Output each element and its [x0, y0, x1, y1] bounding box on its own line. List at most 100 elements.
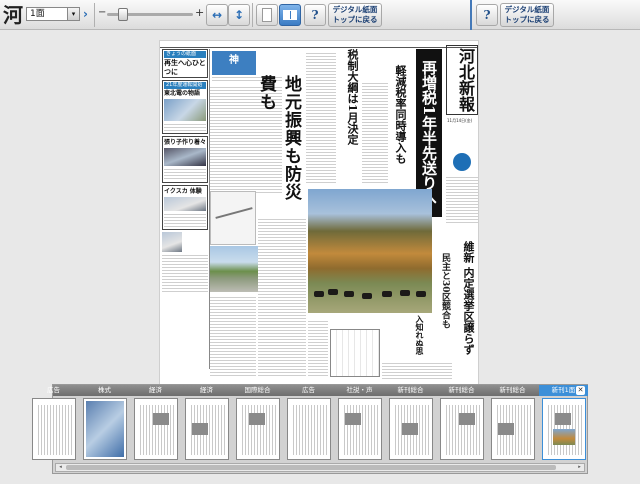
page-select[interactable]: 1面 ▾ — [26, 7, 80, 21]
election-subheadline: 民主と30区競合も — [440, 253, 450, 329]
thumbnail-image — [542, 398, 586, 460]
index-tag: 21年度運転開始 — [164, 82, 206, 89]
index-photo — [164, 148, 206, 166]
thumbnail-image — [32, 398, 76, 460]
article-text — [258, 217, 306, 377]
page-select-value: 1面 — [30, 9, 45, 19]
index-headline: 東北電の物語 — [164, 90, 201, 97]
thumbnail-photo — [345, 413, 361, 425]
viewer-background — [0, 474, 640, 484]
zoom-slider-handle[interactable] — [118, 8, 128, 21]
thumbnail-label: 国際総合 — [244, 386, 271, 394]
thumbnail-image — [440, 398, 484, 460]
thumbnail-image — [185, 398, 229, 460]
thumbnail-label: 広告 — [47, 386, 60, 394]
feature-headline: 入知れぬ思 — [415, 315, 425, 355]
page-thumbnail[interactable]: 経済 — [182, 385, 231, 463]
portrait-photo — [162, 232, 182, 252]
cow — [328, 289, 338, 295]
viewer-toolbar: 河 1面 ▾ › − + ↔ ↕ ? デジタル紙面 トップに戻る ? デジタル紙… — [0, 0, 640, 30]
index-box: 張り子作り着々 — [162, 136, 208, 183]
index-box: イクスカ 体験 — [162, 185, 208, 230]
index-tag: きょうの紙面 — [164, 51, 206, 58]
page-thumbnail[interactable]: 新刊総合 — [437, 385, 486, 463]
article-text — [382, 361, 452, 381]
page-thumbnail[interactable]: 新刊総合 — [386, 385, 435, 463]
help-button-right[interactable]: ? — [476, 4, 498, 26]
newspaper-page[interactable]: きょうの紙面 再生へ心ひとつに 21年度運転開始 東北電の物語 張り子作り着々 … — [159, 40, 479, 386]
thumbnail-label: 新刊総合 — [397, 386, 424, 394]
fit-width-icon: ↔ — [211, 8, 223, 22]
main-photo-cattle — [308, 189, 432, 313]
page-thumbnail[interactable]: 社説・声 — [335, 385, 384, 463]
thumbnail-image — [83, 398, 127, 460]
zoom-in-icon[interactable]: + — [195, 6, 204, 19]
single-page-button[interactable] — [256, 4, 278, 26]
chevron-right-icon[interactable]: › — [83, 6, 93, 22]
two-page-spread-icon — [283, 10, 297, 20]
kanban-badge: 神 — [212, 51, 256, 75]
thumbnail-photo — [553, 429, 575, 445]
digital-top-label-line1: デジタル紙面 — [504, 5, 550, 14]
single-page-icon — [262, 8, 272, 22]
digital-top-button-right[interactable]: デジタル紙面 トップに戻る — [500, 3, 554, 27]
thumbnail-photo — [153, 413, 169, 425]
cow — [362, 293, 372, 299]
thumbnail-photo — [498, 423, 514, 435]
index-box: 21年度運転開始 東北電の物語 — [162, 80, 208, 134]
thumbnail-image — [491, 398, 535, 460]
thumbnail-image — [338, 398, 382, 460]
page-thumbnail[interactable]: 新刊1面 — [539, 385, 588, 463]
toolbar-divider — [252, 3, 253, 27]
index-headline: 張り子作り着々 — [164, 139, 207, 146]
article-text — [308, 319, 328, 377]
page-thumbnail[interactable]: 新刊総合 — [488, 385, 537, 463]
scroll-left-icon[interactable]: ◂ — [56, 464, 65, 471]
cow — [344, 291, 354, 297]
page-thumbnail[interactable]: 広告 — [284, 385, 333, 463]
map-road — [215, 207, 253, 219]
thumbnail-label: 新刊総合 — [448, 386, 475, 394]
page-thumbnail[interactable]: 国際総合 — [233, 385, 282, 463]
page-thumbnail[interactable]: 経済 — [131, 385, 180, 463]
fit-height-icon: ↕ — [233, 8, 245, 22]
scroll-right-icon[interactable]: ▸ — [575, 464, 584, 471]
help-icon: ? — [483, 8, 491, 22]
masthead: 河北新報 — [446, 45, 478, 115]
article-text — [306, 51, 336, 185]
close-icon[interactable]: ✕ — [576, 386, 585, 395]
thumbnail-photo — [192, 423, 208, 435]
thumbnail-photo — [555, 413, 571, 425]
index-headline: 再生へ心ひとつに — [164, 58, 206, 76]
help-icon: ? — [311, 8, 319, 22]
left-index-column: きょうの紙面 再生へ心ひとつに 21年度運転開始 東北電の物語 張り子作り着々 … — [162, 49, 208, 349]
cow — [382, 291, 392, 297]
scrollbar-thumb[interactable] — [66, 465, 556, 470]
index-text — [164, 212, 206, 228]
thumbnail-scrollbar[interactable]: ◂ ▸ — [55, 463, 585, 472]
help-button[interactable]: ? — [304, 4, 326, 26]
fit-height-button[interactable]: ↕ — [228, 4, 250, 26]
article-text — [210, 295, 256, 377]
index-box: きょうの紙面 再生へ心ひとつに — [162, 49, 208, 78]
fit-width-button[interactable]: ↔ — [206, 4, 228, 26]
thumbnail-photo — [459, 413, 475, 425]
two-page-spread-button[interactable] — [279, 4, 301, 26]
thumbnail-image — [389, 398, 433, 460]
zoom-out-icon[interactable]: − — [98, 7, 106, 18]
main-headline: 地元振興も防災費も — [256, 75, 301, 201]
thumbnail-label: 経済 — [149, 386, 162, 394]
thumbnail-label: 経済 — [200, 386, 213, 394]
page-thumbnail[interactable]: 株式 — [80, 385, 129, 463]
cow — [314, 291, 324, 297]
page-thumbnail-strip: 広告 株式 経済 経済 国際総合 広告 社説・声 新刊総合 新刊総合 新刊総合 新刊1面 ✕ ◂ ▸ — [32, 384, 588, 474]
thumbnail-photo — [402, 423, 418, 435]
cow — [416, 291, 426, 297]
kahoku-logo-icon: 河 — [3, 3, 23, 27]
index-photo — [164, 99, 206, 121]
index-text — [162, 253, 208, 293]
chevron-down-icon[interactable]: ▾ — [67, 8, 79, 20]
article-text — [446, 175, 478, 225]
page-thumbnail[interactable]: 広告 — [29, 385, 78, 463]
digital-top-button[interactable]: デジタル紙面 トップに戻る — [328, 3, 382, 27]
